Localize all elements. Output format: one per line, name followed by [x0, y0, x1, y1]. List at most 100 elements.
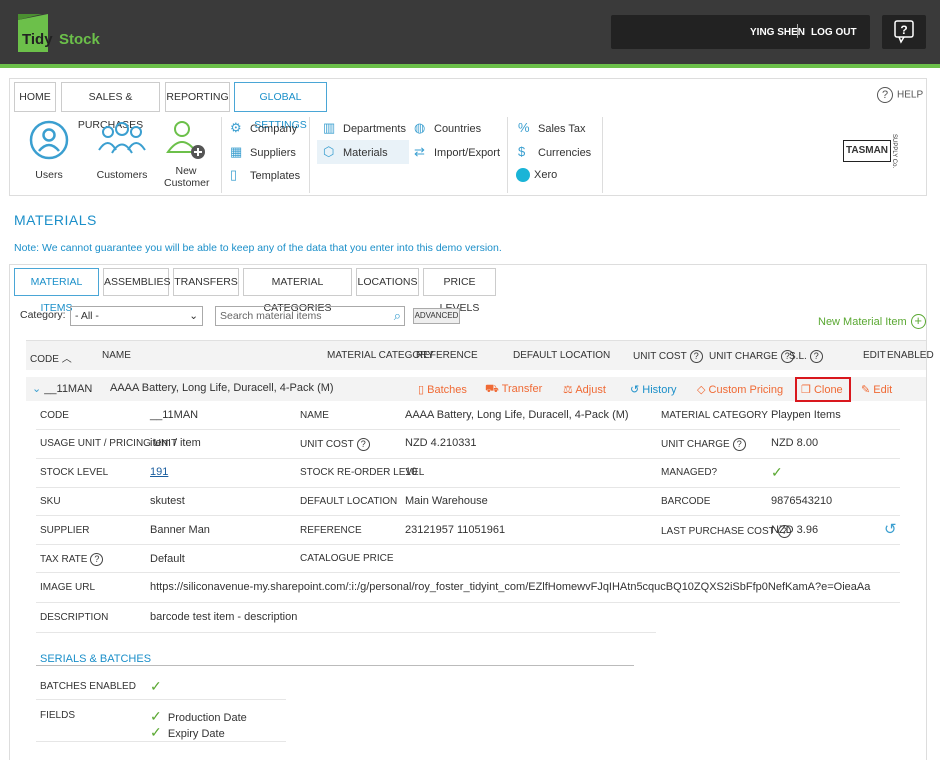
managed-label: MANAGED?	[661, 467, 718, 478]
chevron-down-icon[interactable]: ⌄	[32, 383, 41, 395]
tab-assemblies[interactable]: ASSEMBLIES	[103, 268, 171, 296]
chevron-down-icon: ⌄	[189, 310, 198, 322]
question-circle-icon: ?	[90, 553, 104, 566]
category-label: Category:	[20, 309, 66, 321]
col-enabled: ENABLED	[887, 350, 934, 361]
tidystock-logo[interactable]: Tidy Stock	[18, 14, 104, 52]
code-value: __11MAN	[150, 409, 199, 421]
row-code[interactable]: ⌄ __11MAN	[32, 382, 92, 395]
last-purchase-cost-value: NZD 3.96	[771, 524, 819, 536]
divider	[36, 632, 656, 633]
materials-menu-item[interactable]: ⬡ Materials	[317, 140, 409, 164]
tax-rate-label: TAX RATE?	[40, 553, 104, 566]
suppliers-label: Suppliers	[250, 147, 296, 159]
col-reference[interactable]: REFERENCE	[416, 350, 478, 361]
unit-charge-value: NZD 8.00	[771, 437, 819, 449]
category-select[interactable]: - All - ⌄	[70, 306, 203, 326]
tab-sales-purchases[interactable]: SALES & PURCHASES	[61, 82, 160, 131]
suppliers-menu-item[interactable]: ▦ Suppliers	[230, 142, 296, 162]
tasman-logo: TASMAN	[843, 140, 891, 162]
plus-circle-icon: +	[910, 314, 926, 329]
unit-charge-label: UNIT CHARGE?	[661, 438, 746, 451]
materials-panel	[9, 264, 927, 760]
name-value: AAAA Battery, Long Life, Duracell, 4-Pac…	[405, 409, 629, 421]
scales-icon: ⚖	[563, 384, 573, 396]
col-name[interactable]: NAME	[102, 350, 131, 361]
tab-locations[interactable]: LOCATIONS	[356, 268, 419, 296]
question-circle-icon: ?	[356, 438, 370, 451]
company-menu-item[interactable]: ⚙ Company	[230, 118, 297, 138]
tab-reporting[interactable]: REPORTING	[165, 82, 230, 112]
unit-cost-value: NZD 4.210331	[405, 437, 477, 449]
dollar-icon: $	[518, 144, 526, 159]
material-category-value: Playpen Items	[771, 409, 841, 421]
topbar-accent-line	[0, 64, 940, 68]
user-icon	[29, 120, 69, 160]
name-label: NAME	[300, 410, 329, 421]
history-icon[interactable]: ↺	[884, 520, 897, 538]
col-default-location[interactable]: DEFAULT LOCATION	[513, 350, 610, 361]
new-material-item-button[interactable]: New Material Item +	[818, 314, 926, 329]
adjust-button[interactable]: ⚖ Adjust	[563, 383, 606, 396]
tab-home[interactable]: HOME	[14, 82, 56, 112]
currencies-label: Currencies	[538, 147, 592, 159]
col-unit-cost[interactable]: UNIT COST?	[633, 350, 703, 363]
col-unit-charge[interactable]: UNIT CHARGE?	[709, 350, 794, 363]
row-name: AAAA Battery, Long Life, Duracell, 4-Pac…	[110, 382, 334, 394]
unit-cost-label: UNIT COST?	[300, 438, 370, 451]
history-button[interactable]: ↺ History	[630, 383, 677, 396]
tab-material-categories[interactable]: MATERIAL CATEGORIES	[243, 268, 352, 314]
default-location-label: DEFAULT LOCATION	[300, 496, 398, 507]
divider	[36, 544, 900, 545]
tax-rate-value: Default	[150, 553, 185, 565]
xero-menu-item[interactable]: Xero	[516, 165, 557, 185]
table-row[interactable]: ⌄ __11MAN AAAA Battery, Long Life, Durac…	[26, 377, 926, 401]
top-bar: Tidy Stock YING SHEN LOG OUT ?	[0, 0, 940, 64]
tab-material-items[interactable]: MATERIAL ITEMS	[14, 268, 99, 314]
new-customer-menu-item[interactable]: New Customer	[164, 118, 210, 189]
advanced-button[interactable]: ADVANCED	[413, 308, 460, 324]
tab-price-levels[interactable]: PRICE LEVELS	[423, 268, 496, 314]
currencies-menu-item[interactable]: $ Currencies	[518, 142, 591, 162]
countries-menu-item[interactable]: ◍ Countries	[414, 118, 481, 138]
sales-tax-menu-item[interactable]: % Sales Tax	[518, 118, 586, 138]
category-value: - All -	[75, 310, 99, 322]
menu-divider	[309, 117, 310, 193]
xero-icon	[516, 168, 530, 183]
col-code[interactable]: CODE ︿	[30, 350, 72, 365]
clone-highlight	[795, 377, 851, 402]
check-icon: ✓	[150, 708, 162, 724]
templates-menu-item[interactable]: ▯ Templates	[230, 165, 300, 185]
import-export-menu-item[interactable]: ⇄ Import/Export	[414, 142, 500, 162]
reference-value: 23121957 11051961	[405, 524, 506, 536]
batches-button[interactable]: ▯ Batches	[418, 383, 467, 396]
image-url-value: https://siliconavenue-my.sharepoint.com/…	[150, 581, 871, 593]
group-icon	[98, 122, 146, 154]
search-icon[interactable]: ⌕	[394, 307, 401, 325]
menu-divider	[221, 117, 222, 193]
users-menu-item[interactable]: Users	[29, 120, 69, 181]
logo-text-tidy: Tidy	[22, 31, 53, 48]
exchange-icon: ⇄	[414, 144, 425, 159]
table-header: CODE ︿ NAME MATERIAL CATEGORY REFERENCE …	[26, 340, 934, 370]
search-input[interactable]: Search material items ⌕	[215, 306, 405, 326]
help-link[interactable]: ? HELP	[877, 87, 923, 103]
customers-menu-item[interactable]: Customers	[94, 120, 150, 181]
stock-level-link[interactable]: 191	[150, 466, 168, 478]
new-item-label: New Material Item	[818, 316, 907, 328]
custom-pricing-button[interactable]: ◇ Custom Pricing	[697, 383, 783, 396]
departments-menu-item[interactable]: ▥ Departments	[323, 118, 406, 138]
tab-global-settings[interactable]: GLOBAL SETTINGS	[234, 82, 327, 131]
logout-link[interactable]: LOG OUT	[811, 27, 857, 38]
transfer-button[interactable]: ⛟ Transfer	[485, 383, 542, 397]
divider	[36, 572, 900, 573]
tab-transfers[interactable]: TRANSFERS	[173, 268, 239, 296]
clipboard-icon: ▯	[418, 384, 425, 396]
help-button[interactable]: ?	[882, 15, 926, 49]
col-sl[interactable]: S.L.?	[789, 350, 823, 363]
serials-batches-title: SERIALS & BATCHES	[40, 653, 152, 665]
building-icon: ▥	[323, 120, 336, 135]
divider	[36, 429, 900, 430]
edit-button[interactable]: ✎ Edit	[861, 383, 892, 396]
question-circle-icon: ?	[877, 87, 893, 103]
